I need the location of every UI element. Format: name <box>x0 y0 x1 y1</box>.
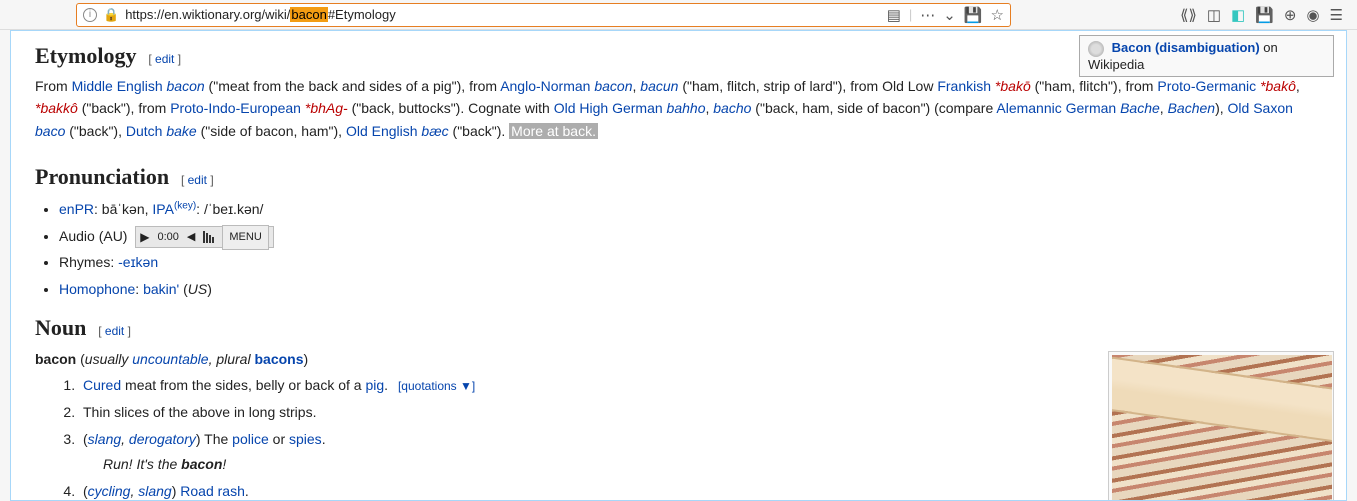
pron-rhymes: Rhymes: -eɪkən <box>59 249 1322 276</box>
sidebar-icon[interactable]: ◫ <box>1207 6 1221 24</box>
save-ext-icon[interactable]: 💾 <box>1255 6 1274 24</box>
sync-icon[interactable]: ⊕ <box>1284 6 1297 24</box>
pocket-ext-icon[interactable]: ◧ <box>1231 6 1245 24</box>
link-road-rash[interactable]: Road rash <box>180 483 245 499</box>
etymology-paragraph: From Middle English bacon ("meat from th… <box>35 75 1322 142</box>
url-bar[interactable]: i 🔒 https://en.wiktionary.org/wiki/bacon… <box>76 3 1011 27</box>
volume-bars-icon <box>203 231 214 243</box>
reader-mode-icon[interactable]: ▤ <box>887 6 901 24</box>
bacon-image-thumb[interactable] <box>1108 351 1334 501</box>
wikipedia-logo-icon <box>1088 41 1104 57</box>
link-old-saxon[interactable]: Old Saxon <box>1228 100 1293 116</box>
play-icon[interactable]: ▶ <box>140 226 149 249</box>
audio-player[interactable]: ▶ 0:00 ◀ MENU <box>135 226 274 248</box>
link-uncountable[interactable]: uncountable <box>132 351 208 367</box>
edit-link[interactable]: edit <box>155 52 174 66</box>
link-baco[interactable]: baco <box>35 123 65 139</box>
link-bacun[interactable]: bacun <box>640 78 678 94</box>
link-bacons[interactable]: bacons <box>254 351 303 367</box>
volume-icon[interactable]: ◀ <box>187 227 195 248</box>
link-ohg[interactable]: Old High German <box>554 100 663 116</box>
more-at-back[interactable]: More at back. <box>509 123 598 139</box>
page-actions-icon[interactable]: ⋯ <box>920 6 935 24</box>
link-slang-2[interactable]: slang <box>138 483 171 499</box>
quotations-toggle[interactable]: [quotations ▼] <box>398 379 475 393</box>
menu-icon[interactable]: ☰ <box>1330 6 1343 24</box>
pron-homophone: Homophone: bakin' (US) <box>59 276 1322 303</box>
page-content: Bacon (disambiguation) on Wikipedia Etym… <box>10 30 1347 501</box>
pron-enpr: enPR: bāˈkən, IPA(key): /ˈbeɪ.kən/ <box>59 196 1322 223</box>
link-bacon-me[interactable]: bacon <box>167 78 205 94</box>
link-police[interactable]: police <box>232 431 269 447</box>
link-frankish[interactable]: Frankish <box>937 78 991 94</box>
disambiguation-box: Bacon (disambiguation) on Wikipedia <box>1079 35 1334 77</box>
lock-icon: 🔒 <box>103 7 119 23</box>
bookmark-star-icon[interactable]: ☆ <box>991 6 1004 24</box>
library-icon[interactable]: ⟪⟫ <box>1180 6 1197 24</box>
audio-menu-button[interactable]: MENU <box>222 225 268 250</box>
link-cured[interactable]: Cured <box>83 377 121 393</box>
pocket-icon[interactable]: ⌄ <box>943 6 956 24</box>
link-old-english[interactable]: Old English <box>346 123 418 139</box>
link-pig[interactable]: pig <box>365 377 384 393</box>
info-icon[interactable]: i <box>83 8 97 22</box>
link-spies[interactable]: spies <box>289 431 322 447</box>
link-bache[interactable]: Bache <box>1120 100 1160 116</box>
link-derogatory[interactable]: derogatory <box>129 431 196 447</box>
edit-noun: [ edit ] <box>98 324 131 338</box>
link-homophone[interactable]: Homophone <box>59 281 135 297</box>
browser-toolbar: i 🔒 https://en.wiktionary.org/wiki/bacon… <box>0 0 1357 30</box>
link-cycling[interactable]: cycling <box>88 483 131 499</box>
url-text: https://en.wiktionary.org/wiki/bacon#Ety… <box>125 7 881 22</box>
link-ipa[interactable]: IPA <box>152 201 174 217</box>
etymology-heading: Etymology <box>35 43 136 69</box>
link-bachen[interactable]: Bachen <box>1168 100 1215 116</box>
link-anglo-norman[interactable]: Anglo-Norman <box>500 78 590 94</box>
link-rhyme[interactable]: -eɪkən <box>118 254 158 270</box>
link-ipa-key[interactable]: (key) <box>174 201 196 212</box>
disambig-link[interactable]: Bacon (disambiguation) <box>1112 40 1260 55</box>
link-dutch[interactable]: Dutch <box>126 123 163 139</box>
link-bako-frk[interactable]: *bakō <box>995 78 1031 94</box>
link-bacon-an[interactable]: bacon <box>594 78 632 94</box>
link-bako-pg[interactable]: *bakô <box>1260 78 1296 94</box>
edit-link-2[interactable]: edit <box>188 173 207 187</box>
link-proto-germanic[interactable]: Proto-Germanic <box>1157 78 1256 94</box>
noun-heading: Noun <box>35 315 86 341</box>
audio-time: 0:00 <box>157 227 178 248</box>
save-icon[interactable]: 💾 <box>964 6 983 24</box>
link-middle-english[interactable]: Middle English <box>72 78 163 94</box>
link-slang[interactable]: slang <box>88 431 121 447</box>
link-pie[interactable]: Proto-Indo-European <box>170 100 301 116</box>
link-enpr[interactable]: enPR <box>59 201 94 217</box>
link-baec[interactable]: bæc <box>421 123 448 139</box>
link-bake[interactable]: bake <box>166 123 196 139</box>
link-bakko[interactable]: *bakkô <box>35 100 78 116</box>
pronunciation-list: enPR: bāˈkən, IPA(key): /ˈbeɪ.kən/ Audio… <box>59 196 1322 302</box>
link-bacho[interactable]: bacho <box>713 100 751 116</box>
link-bahho[interactable]: bahho <box>667 100 706 116</box>
pron-audio: Audio (AU) ▶ 0:00 ◀ MENU <box>59 223 1322 250</box>
bacon-image <box>1112 355 1332 501</box>
account-icon[interactable]: ◉ <box>1306 6 1319 24</box>
link-alemannic[interactable]: Alemannic German <box>996 100 1116 116</box>
edit-etymology: [ edit ] <box>148 52 181 66</box>
pronunciation-heading: Pronunciation <box>35 164 169 190</box>
edit-link-3[interactable]: edit <box>105 324 124 338</box>
link-bhag[interactable]: *bhAg- <box>305 100 348 116</box>
edit-pronunciation: [ edit ] <box>181 173 214 187</box>
link-bakin[interactable]: bakin' <box>143 281 179 297</box>
